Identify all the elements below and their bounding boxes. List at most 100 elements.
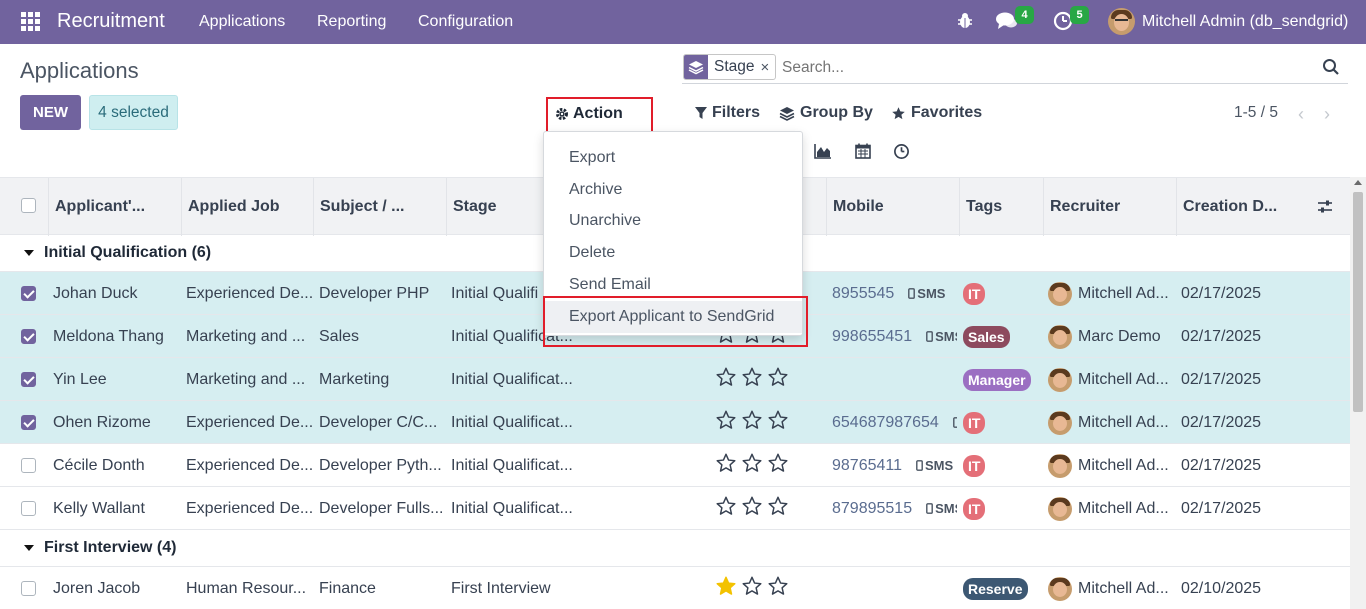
- row-checkbox[interactable]: [21, 328, 36, 344]
- recruiter-cell[interactable]: Mitchell Ad...: [1048, 444, 1176, 487]
- priority-stars[interactable]: [715, 487, 795, 530]
- calendar-view-icon[interactable]: [853, 141, 873, 161]
- recruiter-cell[interactable]: Mitchell Ad...: [1048, 401, 1176, 444]
- app-name[interactable]: Recruitment: [57, 10, 165, 33]
- recruiter-cell[interactable]: Mitchell Ad...: [1048, 358, 1176, 401]
- star-outline-icon[interactable]: [741, 452, 763, 479]
- star-outline-icon[interactable]: [767, 575, 789, 602]
- table-row[interactable]: Ohen Rizome Experienced De... Developer C/…: [0, 401, 1350, 444]
- search-input[interactable]: [782, 59, 1282, 77]
- apps-menu-icon[interactable]: [21, 12, 40, 31]
- stage-facet[interactable]: Stage ×: [683, 54, 777, 80]
- mobile-number[interactable]: 98765411: [832, 457, 902, 475]
- mobile-cell[interactable]: 98765411 SMS: [832, 444, 957, 487]
- recruiter-cell[interactable]: Mitchell Ad...: [1048, 567, 1176, 609]
- subject[interactable]: Developer C/C...: [319, 401, 445, 444]
- star-outline-icon[interactable]: [741, 495, 763, 522]
- star-outline-icon[interactable]: [767, 409, 789, 436]
- star-outline-icon[interactable]: [767, 452, 789, 479]
- header-subject[interactable]: Subject / ...: [313, 178, 446, 236]
- sms-button[interactable]: [952, 417, 957, 428]
- header-recruiter[interactable]: Recruiter: [1043, 178, 1176, 236]
- user-menu[interactable]: Mitchell Admin (db_sendgrid): [1142, 13, 1348, 31]
- select-all-checkbox[interactable]: [21, 198, 36, 213]
- favorites-button[interactable]: Favorites: [891, 104, 982, 122]
- row-checkbox[interactable]: [21, 457, 36, 473]
- subject[interactable]: Developer Pyth...: [319, 444, 445, 487]
- star-outline-icon[interactable]: [767, 495, 789, 522]
- creation-date[interactable]: 02/17/2025: [1181, 272, 1307, 315]
- mobile-number[interactable]: 879895515: [832, 500, 912, 518]
- optional-columns-icon[interactable]: [1317, 199, 1333, 220]
- applied-job[interactable]: Human Resour...: [186, 567, 312, 609]
- applied-job[interactable]: Experienced De...: [186, 401, 312, 444]
- creation-date[interactable]: 02/10/2025: [1181, 567, 1307, 609]
- bug-icon[interactable]: [954, 10, 976, 32]
- applicant-name[interactable]: Kelly Wallant: [53, 487, 181, 530]
- menu-reporting[interactable]: Reporting: [317, 13, 386, 31]
- mobile-cell[interactable]: 8955545 SMS: [832, 272, 957, 315]
- subject[interactable]: Finance: [319, 567, 445, 609]
- header-mobile[interactable]: Mobile: [826, 178, 959, 236]
- applicant-name[interactable]: Cécile Donth: [53, 444, 181, 487]
- pager-value[interactable]: 1-5 / 5: [1234, 104, 1278, 122]
- applied-job[interactable]: Marketing and ...: [186, 358, 312, 401]
- row-checkbox[interactable]: [21, 414, 36, 430]
- star-outline-icon[interactable]: [715, 366, 737, 393]
- group-by-button[interactable]: Group By: [779, 104, 873, 122]
- applied-job[interactable]: Experienced De...: [186, 444, 312, 487]
- recruiter-cell[interactable]: Marc Demo: [1048, 315, 1176, 358]
- creation-date[interactable]: 02/17/2025: [1181, 358, 1307, 401]
- star-outline-icon[interactable]: [715, 409, 737, 436]
- menu-configuration[interactable]: Configuration: [418, 13, 513, 31]
- sms-button[interactable]: SMS: [926, 329, 957, 344]
- applicant-name[interactable]: Ohen Rizome: [53, 401, 181, 444]
- menu-item-export[interactable]: Export: [544, 142, 802, 174]
- menu-applications[interactable]: Applications: [199, 13, 285, 31]
- creation-date[interactable]: 02/17/2025: [1181, 401, 1307, 444]
- subject[interactable]: Sales: [319, 315, 445, 358]
- stage[interactable]: Initial Qualificat...: [451, 444, 577, 487]
- page-title[interactable]: Applications: [20, 58, 139, 84]
- mobile-number[interactable]: 654687987654: [832, 414, 939, 432]
- header-tags[interactable]: Tags: [959, 178, 1043, 236]
- pager-previous-icon[interactable]: ‹: [1298, 104, 1304, 125]
- applied-job[interactable]: Experienced De...: [186, 487, 312, 530]
- applicant-name[interactable]: Joren Jacob: [53, 567, 181, 609]
- priority-stars[interactable]: [715, 567, 795, 609]
- scrollbar-thumb[interactable]: [1353, 192, 1363, 412]
- mobile-cell[interactable]: 654687987654: [832, 401, 957, 444]
- star-outline-icon[interactable]: [715, 452, 737, 479]
- row-checkbox[interactable]: [21, 580, 36, 596]
- menu-item-archive[interactable]: Archive: [544, 174, 802, 206]
- header-applied-job[interactable]: Applied Job: [181, 178, 314, 236]
- menu-item-unarchive[interactable]: Unarchive: [544, 205, 802, 237]
- recruiter-cell[interactable]: Mitchell Ad...: [1048, 487, 1176, 530]
- stage[interactable]: Initial Qualificat...: [451, 358, 577, 401]
- sms-button[interactable]: SMS: [908, 286, 945, 301]
- pager-next-icon[interactable]: ›: [1324, 104, 1330, 125]
- mobile-cell[interactable]: 998655451 SMS: [832, 315, 957, 358]
- priority-stars[interactable]: [715, 358, 795, 401]
- menu-item-delete[interactable]: Delete: [544, 237, 802, 269]
- creation-date[interactable]: 02/17/2025: [1181, 315, 1307, 358]
- applicant-name[interactable]: Yin Lee: [53, 358, 181, 401]
- stage[interactable]: Initial Qualificat...: [451, 487, 577, 530]
- subject[interactable]: Marketing: [319, 358, 445, 401]
- mobile-number[interactable]: 8955545: [832, 285, 894, 303]
- selected-count-badge[interactable]: 4 selected: [89, 95, 178, 130]
- search-icon[interactable]: [1322, 58, 1340, 81]
- creation-date[interactable]: 02/17/2025: [1181, 444, 1307, 487]
- user-avatar[interactable]: [1108, 8, 1135, 35]
- table-row[interactable]: Joren Jacob Human Resour... Finance First I…: [0, 567, 1350, 609]
- applicant-name[interactable]: Johan Duck: [53, 272, 181, 315]
- applied-job[interactable]: Marketing and ...: [186, 315, 312, 358]
- star-outline-icon[interactable]: [741, 575, 763, 602]
- star-outline-icon[interactable]: [715, 495, 737, 522]
- recruiter-cell[interactable]: Mitchell Ad...: [1048, 272, 1176, 315]
- creation-date[interactable]: 02/17/2025: [1181, 487, 1307, 530]
- priority-stars[interactable]: [715, 444, 795, 487]
- activity-view-icon[interactable]: [891, 141, 911, 161]
- row-checkbox[interactable]: [21, 285, 36, 301]
- table-row[interactable]: Cécile Donth Experienced De... Developer P…: [0, 444, 1350, 487]
